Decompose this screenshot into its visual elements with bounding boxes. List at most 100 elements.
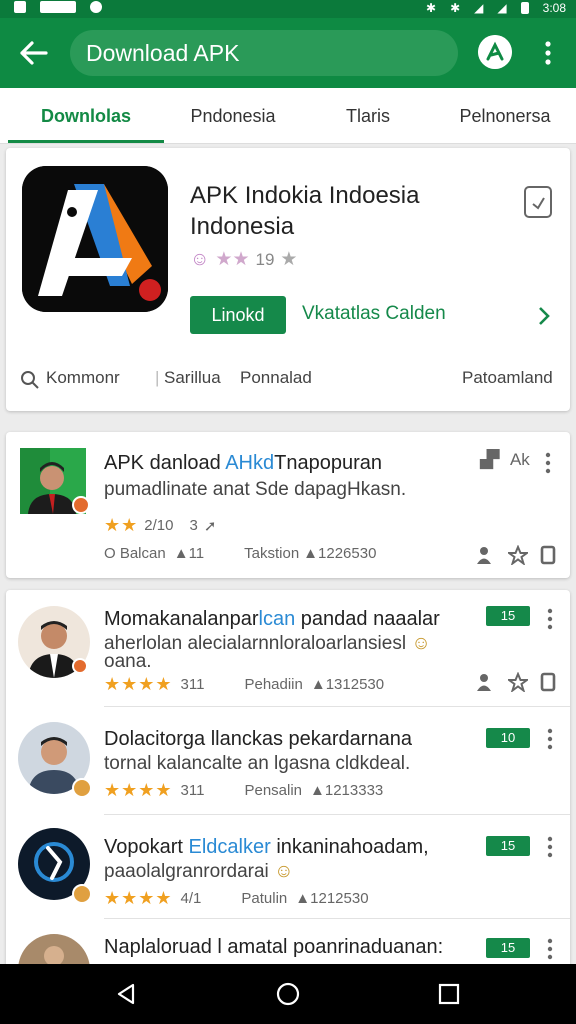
nav-back-icon[interactable] — [114, 982, 138, 1006]
tab-tlaris[interactable]: Tlaris — [316, 88, 420, 144]
app-rating: ☺ ★★ 19 ★ — [190, 248, 297, 271]
review-body: paaolalgranrordarai ☺ — [104, 861, 294, 882]
score-badge: 15 — [486, 938, 530, 958]
bluetooth-icon: ✱ — [426, 1, 437, 15]
review-body: pumadlinate anat Sde dapagHkasn. — [104, 479, 407, 500]
sync-icon — [90, 1, 102, 13]
review-title: Dolacitorga llanckas pekardarnana — [104, 728, 412, 750]
rating-stars: ★★ — [215, 249, 250, 270]
review-title: APK danload AHkdTnapopuran — [104, 452, 382, 474]
status-bar: ✱ ✱ ◢ ◢ 3:08 — [0, 0, 576, 18]
review-header-badge: ▟▘ Ak — [480, 450, 530, 469]
tab-bar: Downlolas Pndonesia Tlaris Pelnonersa — [0, 88, 576, 144]
emoji-icon: ☺ — [411, 633, 431, 654]
review-body-line2: oana. — [104, 651, 152, 672]
more-options-icon[interactable] — [546, 836, 554, 858]
review-title: Naplaloruad l amatal poanrinaduanan: — [104, 936, 444, 958]
score-badge: 10 — [486, 728, 530, 748]
link-ponnalad[interactable]: Ponnalad — [240, 368, 312, 388]
stats-icon: ▟▘ — [480, 450, 507, 469]
review-body: tornal kalancalte an lgasna cldkdeal. — [104, 753, 411, 774]
install-button[interactable]: Linokd — [190, 296, 286, 334]
more-options-icon[interactable] — [546, 728, 554, 750]
review-title: Momakanalanparlcan pandad naaalar — [104, 608, 440, 630]
rating-stars: ★★ — [104, 515, 139, 535]
divider — [104, 814, 570, 815]
rating-stars: ★★★★ — [104, 780, 173, 800]
wifi-icon: ◢ — [497, 1, 507, 15]
face-icon: ☺ — [190, 248, 210, 270]
app-icon[interactable] — [22, 166, 168, 312]
more-options-icon[interactable] — [546, 938, 554, 960]
rating-stars: ★★★★ — [104, 888, 173, 908]
app-bar: Download APK — [0, 18, 576, 88]
more-options-icon[interactable] — [538, 38, 558, 68]
search-input[interactable]: Download APK — [70, 30, 458, 76]
review-list: Momakanalanparlcan pandad naaalar aherlo… — [6, 590, 570, 970]
star-outline-icon[interactable] — [508, 545, 528, 565]
thumb-icon: ▲ — [303, 545, 319, 562]
delete-icon[interactable] — [538, 545, 558, 565]
more-options-icon[interactable] — [544, 452, 552, 474]
badge-icon — [72, 778, 92, 798]
rating-value: 19 — [255, 249, 275, 269]
review-meta: ★★★★ 311 Pensalin ▲ 1213333 — [104, 780, 384, 800]
share-icon: ➚ — [203, 517, 217, 535]
list-item: Vopokart Eldcalker inkaninahoadam, paaol… — [6, 826, 570, 916]
score-badge: 15 — [486, 836, 530, 856]
signal-icon: ◢ — [474, 1, 484, 15]
wishlist-link[interactable]: Vkatatlas Calden — [302, 303, 446, 325]
tab-downloads[interactable]: Downlolas — [8, 88, 164, 144]
vibrate-icon: ✱ — [450, 1, 461, 15]
link-patoamland[interactable]: Patoamland — [462, 368, 553, 388]
more-options-icon[interactable] — [546, 608, 554, 630]
clock: 3:08 — [542, 1, 566, 15]
search-icon — [21, 371, 39, 389]
emoji-icon: ☺ — [274, 861, 294, 882]
thumb-icon: ▲ — [173, 545, 189, 562]
navigation-bar — [0, 964, 576, 1024]
thumb-icon: ▲ — [295, 890, 311, 907]
list-item: Dolacitorga llanckas pekardarnana tornal… — [6, 720, 570, 810]
score-badge: 15 — [486, 606, 530, 626]
brand-logo-icon[interactable] — [478, 35, 512, 69]
link-kommonr[interactable]: Kommonr — [46, 368, 120, 388]
tab-pelnonersa[interactable]: Pelnonersa — [440, 88, 570, 144]
star-outline-icon[interactable] — [508, 672, 528, 692]
review-rating: ★★ 2/10 3 ➚ — [104, 515, 217, 535]
link-sarillua[interactable]: Sarillua — [164, 368, 221, 388]
list-item: Momakanalanparlcan pandad naaalar aherlo… — [6, 604, 570, 704]
tab-indicator — [8, 140, 164, 143]
review-body: aherlolan alecialarnnloraloarlansiesl ☺ — [104, 633, 431, 654]
nav-home-icon[interactable] — [276, 982, 300, 1006]
tab-indonesia[interactable]: Pndonesia — [168, 88, 298, 144]
chevron-right-icon[interactable] — [534, 304, 554, 328]
battery-icon — [520, 2, 529, 14]
nav-recents-icon[interactable] — [438, 983, 460, 1005]
review-meta: O Balcan ▲ 11 Takstion ▲ 1226530 — [104, 545, 377, 562]
rating-stars: ★★★★ — [104, 674, 173, 694]
notification-icon — [40, 1, 76, 13]
thumb-icon: ▲ — [310, 782, 325, 799]
badge-icon — [72, 884, 92, 904]
delete-icon[interactable] — [538, 672, 558, 692]
review-meta: ★★★★ 311 Pehadiin ▲ 1312530 — [104, 674, 385, 694]
gmail-icon — [14, 1, 26, 13]
search-text: Download APK — [86, 40, 240, 66]
bookmark-icon[interactable] — [522, 184, 554, 220]
thumb-icon: ▲ — [310, 676, 326, 693]
star-icon: ★ — [280, 249, 298, 270]
app-card: APK Indokia Indoesia Indonesia ☺ ★★ 19 ★… — [6, 148, 570, 411]
featured-review-card: APK danload AHkdTnapopuran pumadlinate a… — [6, 432, 570, 578]
users-icon[interactable] — [476, 545, 496, 565]
link-divider: | — [155, 368, 160, 387]
users-icon[interactable] — [476, 672, 496, 692]
back-arrow-icon[interactable] — [18, 38, 50, 68]
app-title: APK Indokia Indoesia Indonesia — [190, 182, 420, 240]
app-links: Kommonr | Sarillua Ponnalad Patoamland — [20, 368, 560, 392]
divider — [104, 918, 570, 919]
review-title: Vopokart Eldcalker inkaninahoadam, — [104, 836, 429, 858]
badge-icon — [72, 496, 90, 514]
badge-icon — [72, 658, 88, 674]
divider — [104, 706, 570, 707]
